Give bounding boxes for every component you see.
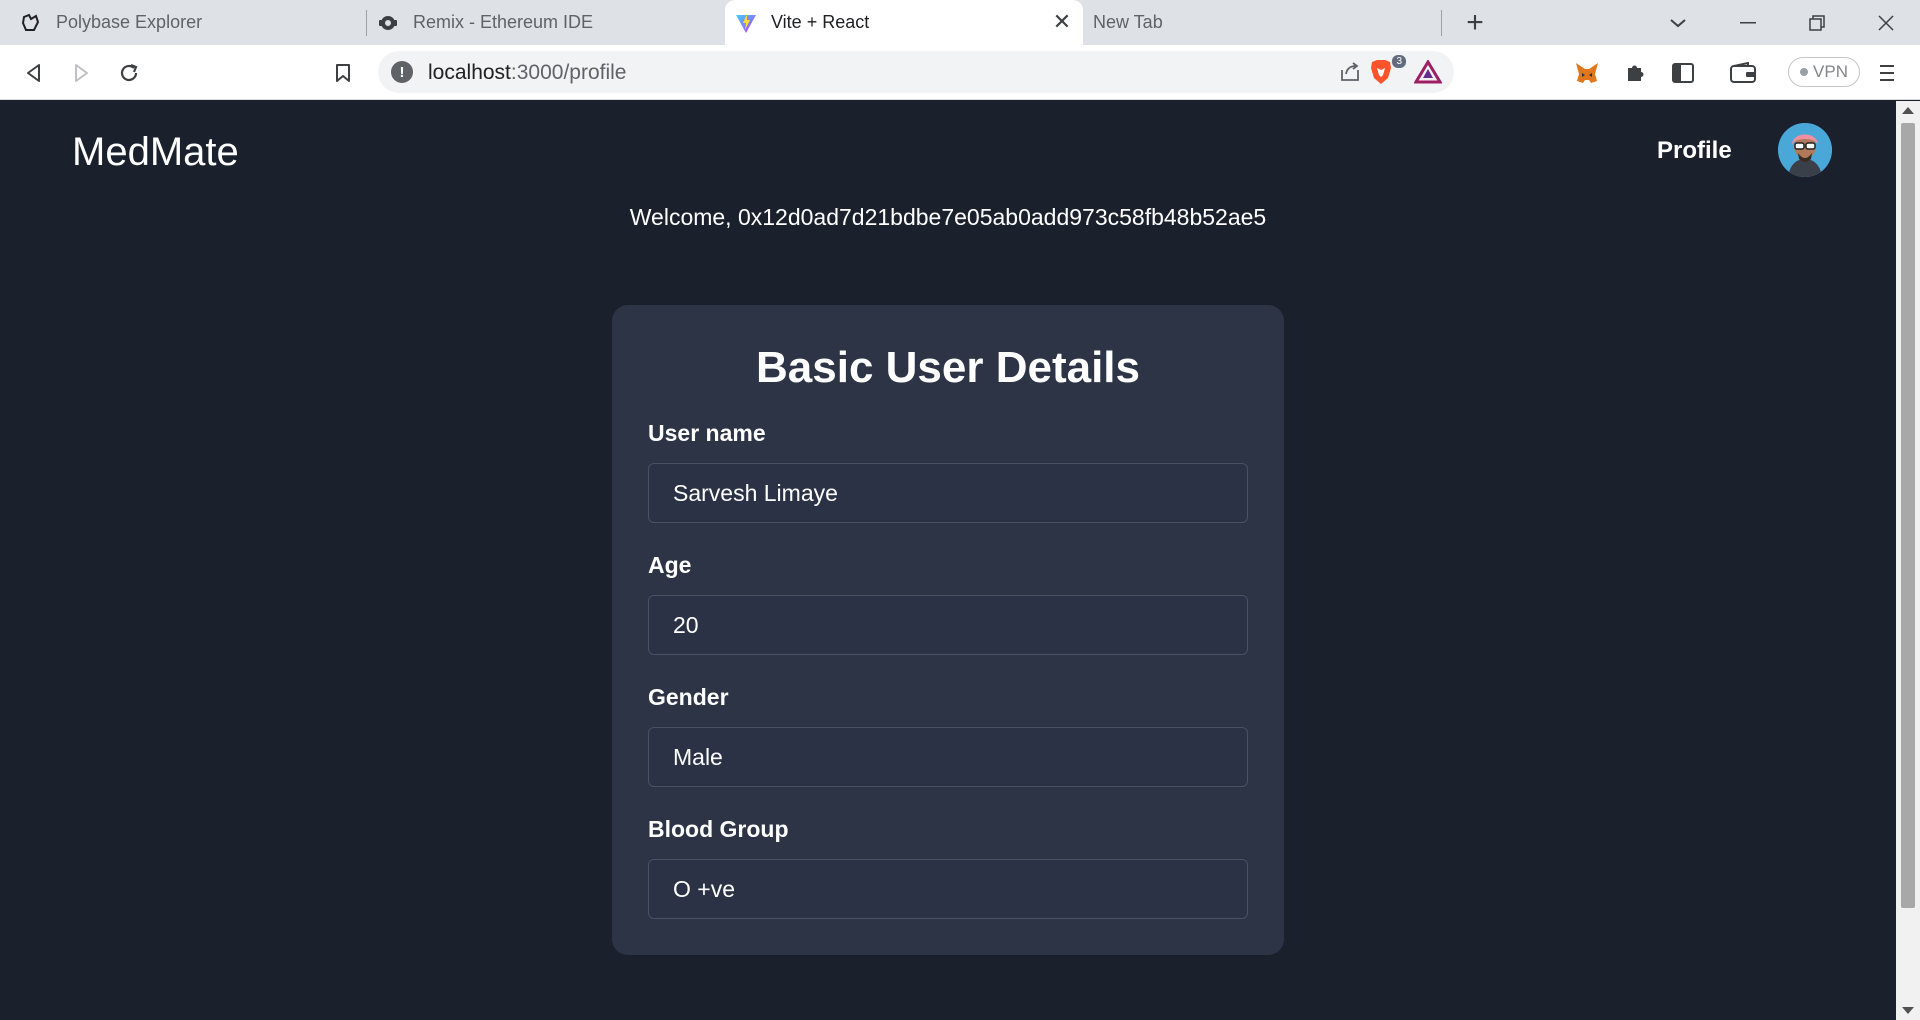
- polybase-icon: [20, 12, 42, 34]
- vite-icon: [735, 12, 757, 34]
- wallet-icon[interactable]: [1728, 58, 1758, 88]
- metamask-fox-icon[interactable]: [1572, 58, 1602, 88]
- close-tab-icon[interactable]: ✕: [1051, 9, 1073, 34]
- scrollbar-thumb[interactable]: [1901, 123, 1915, 908]
- nav-profile-link[interactable]: Profile: [1657, 137, 1732, 165]
- url-text[interactable]: localhost:3000/profile: [428, 61, 626, 85]
- page-scrollbar[interactable]: [1896, 101, 1920, 1020]
- new-tab-plus-icon[interactable]: +: [1461, 6, 1489, 39]
- shields-count-badge: 3: [1392, 55, 1406, 68]
- back-icon[interactable]: [19, 58, 49, 88]
- scroll-down-arrow-icon[interactable]: [1902, 1007, 1914, 1014]
- tab-separator: [1441, 10, 1442, 36]
- site-info-icon[interactable]: !: [391, 61, 413, 83]
- browser-toolbar: ! localhost:3000/profile 3 VPN: [0, 45, 1920, 100]
- vpn-button[interactable]: VPN: [1788, 57, 1860, 87]
- close-window-icon[interactable]: [1853, 0, 1919, 45]
- share-icon[interactable]: [1338, 60, 1362, 89]
- menu-icon[interactable]: [1872, 58, 1902, 88]
- tab-search-chevron-icon[interactable]: [1645, 0, 1711, 45]
- vpn-label: VPN: [1813, 62, 1848, 81]
- tab-new-tab[interactable]: New Tab: [1085, 0, 1440, 45]
- gender-input[interactable]: [648, 727, 1248, 787]
- user-avatar[interactable]: [1778, 123, 1832, 177]
- user-details-card: Basic User Details User name Age Gender …: [612, 305, 1284, 955]
- minimize-icon[interactable]: [1715, 0, 1781, 45]
- tab-remix[interactable]: Remix - Ethereum IDE: [367, 0, 723, 45]
- tab-strip: Polybase Explorer Remix - Ethereum IDE V…: [0, 0, 1920, 45]
- tab-title: Vite + React: [771, 12, 870, 32]
- blood-group-label: Blood Group: [648, 816, 789, 842]
- welcome-message: Welcome, 0x12d0ad7d21bdbe7e05ab0add973c5…: [629, 204, 1267, 230]
- tab-title: New Tab: [1093, 12, 1163, 32]
- app-logo[interactable]: MedMate: [72, 130, 239, 175]
- bookmark-icon[interactable]: [328, 58, 358, 88]
- sidebar-toggle-icon[interactable]: [1668, 58, 1698, 88]
- age-label: Age: [648, 552, 692, 578]
- scroll-up-arrow-icon[interactable]: [1902, 107, 1914, 114]
- remix-icon: [377, 12, 399, 34]
- card-title: Basic User Details: [756, 343, 1140, 392]
- brave-rewards-icon[interactable]: [1413, 59, 1443, 89]
- tab-title: Polybase Explorer: [56, 12, 203, 32]
- age-input[interactable]: [648, 595, 1248, 655]
- gender-label: Gender: [648, 684, 729, 710]
- vpn-status-dot: [1800, 68, 1809, 76]
- username-input[interactable]: [648, 463, 1248, 523]
- tab-title: Remix - Ethereum IDE: [413, 12, 594, 32]
- tab-vite-react[interactable]: Vite + React ✕: [725, 0, 1083, 45]
- address-bar[interactable]: ! localhost:3000/profile 3: [378, 51, 1454, 93]
- extensions-puzzle-icon[interactable]: [1620, 58, 1650, 88]
- tab-polybase[interactable]: Polybase Explorer: [0, 0, 366, 45]
- username-label: User name: [648, 420, 766, 446]
- page-viewport: MedMate Profile Welcome, 0x12d0ad7d21bdb…: [0, 101, 1896, 1020]
- url-host: localhost: [428, 61, 511, 84]
- reload-icon[interactable]: [114, 58, 144, 88]
- url-path: :3000/profile: [510, 61, 627, 84]
- blood-group-input[interactable]: [648, 859, 1248, 919]
- restore-icon[interactable]: [1784, 0, 1850, 45]
- brave-shields-icon[interactable]: [1368, 58, 1394, 91]
- forward-icon[interactable]: [66, 58, 96, 88]
